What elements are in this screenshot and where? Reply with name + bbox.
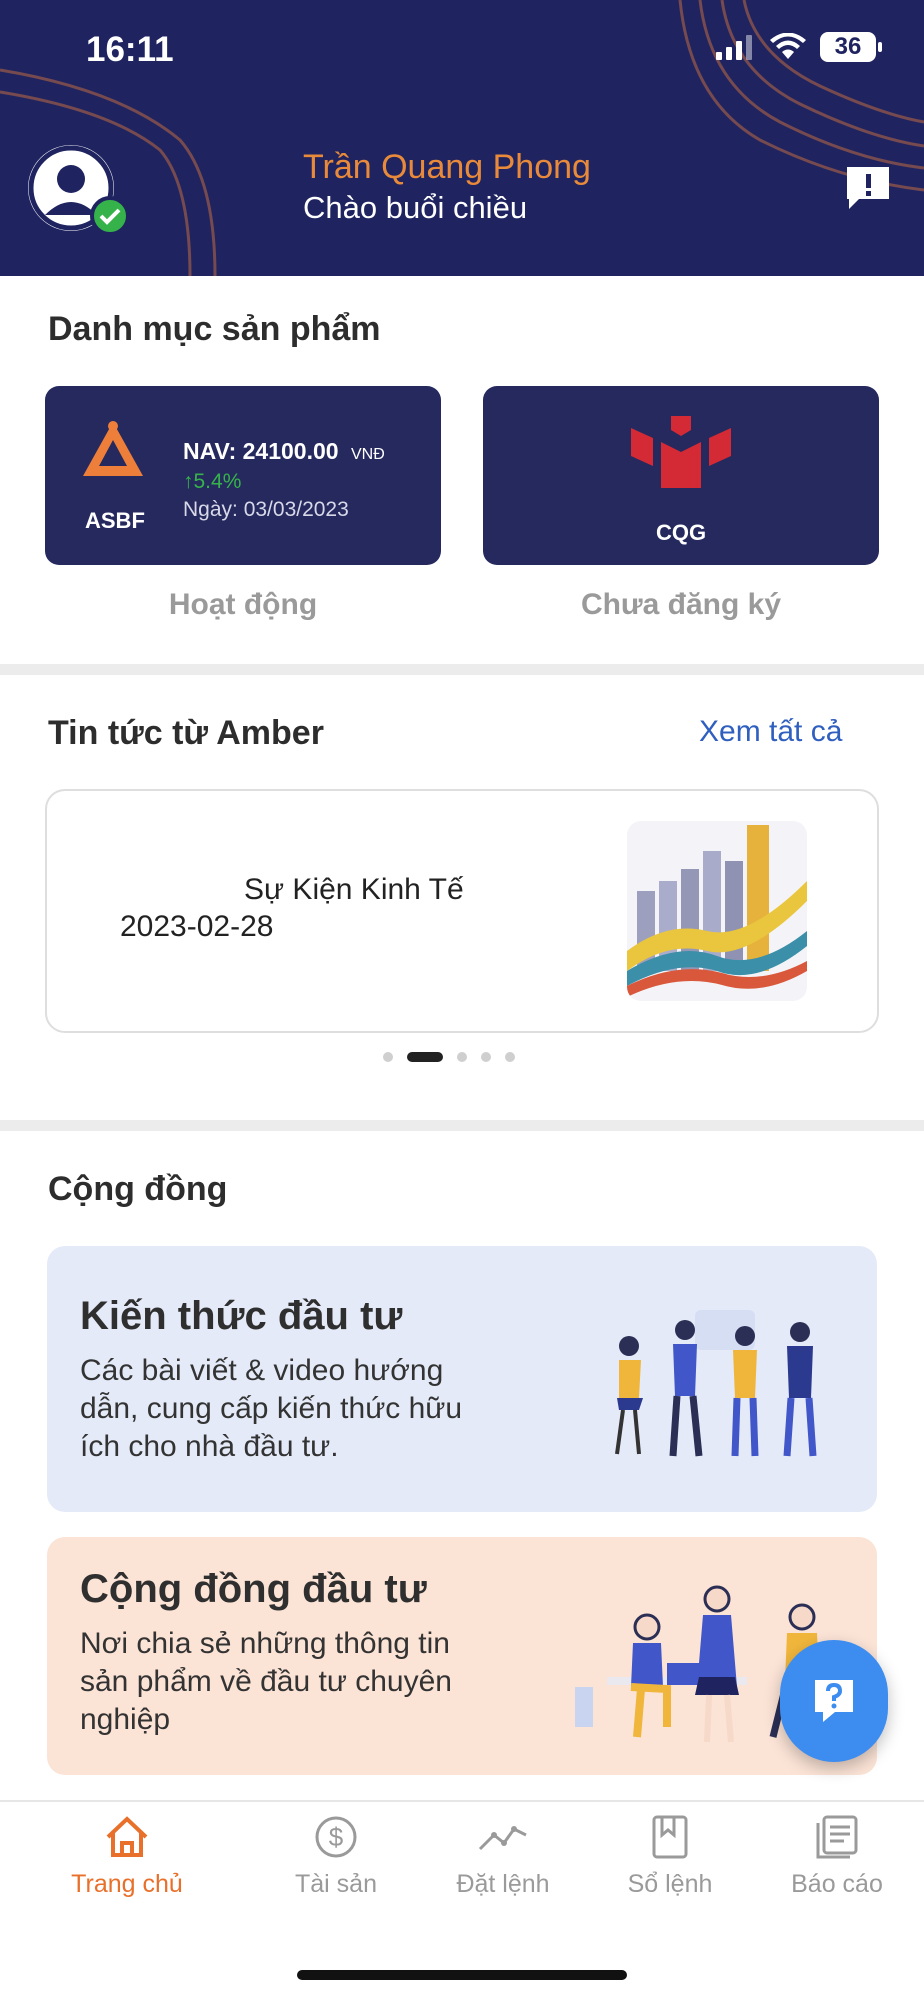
- news-card[interactable]: Sự Kiện Kinh Tế 2023-02-28: [45, 789, 879, 1033]
- asbf-logo-icon: [83, 421, 143, 476]
- community-section-title: Cộng đồng: [48, 1170, 228, 1208]
- nav-change: ↑5.4%: [183, 470, 241, 494]
- asbf-status: Hoạt động: [168, 588, 318, 621]
- tab-report[interactable]: Báo cáo: [757, 1815, 917, 1899]
- investment-knowledge-card[interactable]: Kiến thức đầu tư Các bài viết & video hư…: [47, 1246, 877, 1512]
- pager-dot-active[interactable]: [407, 1052, 443, 1062]
- dollar-icon: $: [315, 1816, 357, 1858]
- svg-text:$: $: [329, 1822, 344, 1852]
- news-section-title: Tin tức từ Amber: [48, 714, 324, 752]
- nav-date: Ngày: 03/03/2023: [183, 498, 349, 521]
- help-question-icon: [815, 1680, 853, 1722]
- battery-indicator: 36: [820, 32, 882, 62]
- greeting-text: Chào buổi chiều: [303, 190, 528, 225]
- community-card-description: Nơi chia sẻ những thông tin sản phẩm về …: [80, 1627, 452, 1736]
- tab-order-book-label: Sổ lệnh: [627, 1870, 713, 1898]
- nav-value: 24100.00: [242, 438, 339, 464]
- pager-dot[interactable]: [505, 1052, 515, 1062]
- chart-line-icon: [478, 1826, 527, 1851]
- community-card-title: Cộng đồng đầu tư: [80, 1567, 427, 1611]
- news-pager: [383, 1052, 515, 1062]
- cqg-status: Chưa đăng ký: [580, 588, 782, 621]
- knowledge-card-description: Các bài viết & video hướng dẫn, cung cấp…: [80, 1354, 463, 1463]
- asbf-logo-label: ASBF: [85, 508, 145, 533]
- tab-home[interactable]: Trang chủ: [47, 1815, 207, 1899]
- see-all-link[interactable]: Xem tất cả: [699, 715, 842, 749]
- product-card-cqg[interactable]: CQG: [483, 386, 879, 565]
- nav-label: NAV:: [183, 438, 237, 464]
- tab-place-order[interactable]: Đặt lệnh: [423, 1815, 583, 1899]
- pager-dot[interactable]: [481, 1052, 491, 1062]
- product-card-asbf[interactable]: ASBF NAV: 24100.00 VNĐ ↑5.4% Ngày: 03/03…: [45, 386, 441, 565]
- verified-badge: [90, 196, 130, 236]
- tab-place-order-label: Đặt lệnh: [456, 1870, 550, 1898]
- report-icon: [816, 1815, 858, 1859]
- cqg-logo-label: CQG: [655, 520, 707, 545]
- nav-line: NAV: 24100.00 VNĐ: [183, 438, 385, 465]
- news-date: 2023-02-28: [120, 910, 274, 943]
- check-icon: [99, 208, 121, 225]
- pager-dot[interactable]: [383, 1052, 393, 1062]
- help-button[interactable]: [780, 1640, 888, 1762]
- bookmark-book-icon: [652, 1815, 688, 1859]
- nav-change-value: 5.4%: [193, 470, 242, 493]
- wifi-icon: [770, 33, 806, 59]
- user-name: Trần Quang Phong: [303, 148, 591, 186]
- pager-dot[interactable]: [457, 1052, 467, 1062]
- tab-order-book[interactable]: Sổ lệnh: [590, 1815, 750, 1899]
- tab-home-label: Trang chủ: [71, 1870, 183, 1898]
- tab-report-label: Báo cáo: [791, 1870, 883, 1898]
- status-icons: 36: [716, 32, 882, 62]
- status-time: 16:11: [86, 30, 174, 69]
- section-divider: [0, 1120, 924, 1131]
- knowledge-card-title: Kiến thức đầu tư: [80, 1294, 403, 1338]
- cqg-logo-icon: [631, 416, 731, 488]
- team-discussion-illustration: [615, 1310, 817, 1457]
- news-headline: Sự Kiện Kinh Tế: [244, 873, 464, 906]
- arrow-up-icon: ↑: [183, 470, 194, 493]
- tab-assets[interactable]: $ Tài sản: [256, 1815, 416, 1899]
- investment-community-card[interactable]: Cộng đồng đầu tư Nơi chia sẻ những thông…: [47, 1537, 877, 1775]
- section-divider: [0, 664, 924, 675]
- feedback-icon[interactable]: [845, 165, 891, 211]
- news-thumbnail-chart-image: [627, 821, 807, 1001]
- signal-icon: [716, 35, 752, 60]
- home-indicator[interactable]: [297, 1970, 627, 1980]
- products-section-title: Danh mục sản phẩm: [48, 310, 381, 348]
- app-header: 16:11 36 Trần Quang Phong Chào buổi chiề…: [0, 0, 924, 276]
- nav-currency: VNĐ: [350, 446, 385, 463]
- home-icon: [106, 1816, 148, 1857]
- tab-assets-label: Tài sản: [295, 1870, 377, 1898]
